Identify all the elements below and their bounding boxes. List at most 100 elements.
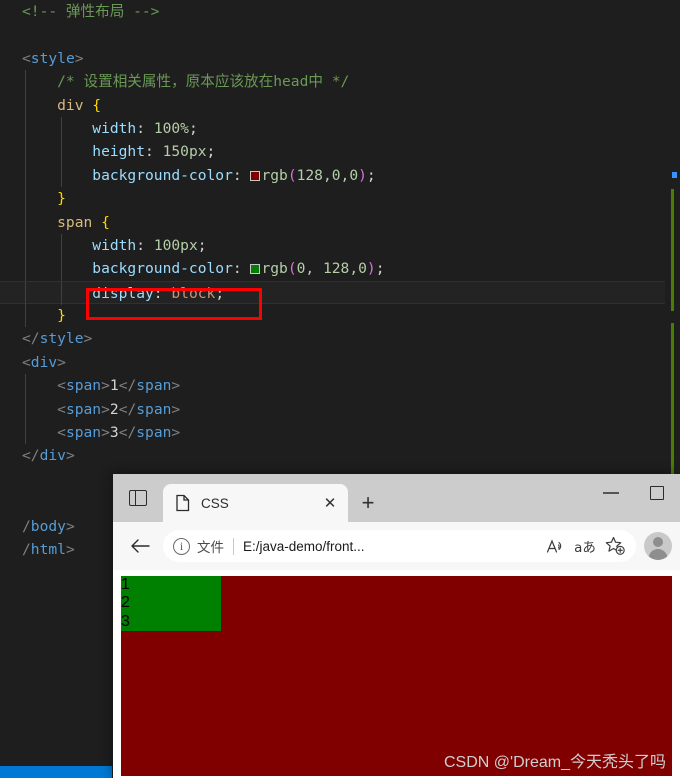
code-token: /* 设置相关属性，原本应该放在head中 */ (22, 73, 350, 91)
code-token: { (92, 96, 102, 114)
translate-button[interactable]: aあ (570, 531, 600, 561)
code-line[interactable]: } (0, 187, 665, 211)
indent-guide (25, 140, 26, 164)
code-token: < (22, 353, 31, 371)
code-line[interactable]: <span>3</span> (0, 421, 665, 445)
code-token: div (39, 447, 66, 465)
code-line[interactable]: span { (0, 210, 665, 234)
code-token: background-color (22, 260, 233, 278)
code-line[interactable]: width: 100px; (0, 233, 665, 258)
url-input[interactable]: E:/java-demo/front... (243, 539, 540, 554)
code-token: / (22, 540, 31, 558)
code-line[interactable]: /* 设置相关属性，原本应该放在head中 */ (0, 70, 665, 94)
git-modified-marker-icon (671, 323, 674, 487)
code-line[interactable]: </div> (0, 444, 665, 467)
code-line[interactable]: <!-- 弹性布局 --> (0, 0, 665, 23)
indent-guide (61, 163, 62, 188)
code-token: > (101, 424, 110, 442)
browser-toolbar: i 文件 E:/java-demo/front... aあ (113, 522, 680, 570)
code-token: ( (287, 260, 297, 278)
browser-tab[interactable]: CSS ✕ (163, 484, 348, 522)
page-viewport[interactable]: 123 CSDN @'Dream_今天秃头了吗 (113, 570, 680, 778)
code-token: span (136, 377, 172, 395)
indent-guide (25, 210, 26, 234)
code-token: 3 (109, 424, 119, 442)
code-token: : (145, 143, 163, 161)
code-line[interactable]: <span>2</span> (0, 397, 665, 422)
site-info-icon[interactable]: i (173, 537, 190, 555)
code-token: : (232, 166, 251, 184)
code-token: </ (22, 330, 40, 348)
code-token: 0, 128,0 (296, 260, 367, 278)
favorite-star-icon (605, 536, 625, 555)
new-tab-button[interactable]: + (348, 484, 388, 522)
profile-avatar[interactable] (644, 532, 672, 560)
code-token: span (136, 400, 172, 418)
code-token: ; (197, 236, 207, 254)
code-line[interactable]: div { (0, 93, 665, 117)
code-line[interactable]: <div> (0, 351, 665, 374)
indent-guide (61, 233, 62, 258)
ruler-marker-icon (672, 172, 677, 178)
indent-guide (25, 70, 26, 94)
status-bar[interactable] (0, 766, 112, 778)
maximize-icon (650, 486, 664, 500)
code-token: </ (118, 400, 137, 418)
code-line[interactable]: display: block; (0, 280, 665, 306)
code-line[interactable]: <span>1</span> (0, 374, 665, 398)
maximize-button[interactable] (634, 474, 680, 512)
git-modified-marker-icon (671, 189, 674, 311)
code-token: rgb (261, 166, 288, 184)
minimize-icon (603, 492, 619, 494)
code-token: rgb (261, 260, 288, 278)
url-scheme-label: 文件 (197, 540, 224, 555)
indent-guide (25, 93, 26, 117)
code-line[interactable]: background-color: rgb(0, 128,0); (0, 257, 665, 281)
code-token: 100px (153, 236, 198, 254)
code-token: 150px (162, 143, 207, 161)
code-token: : (153, 284, 172, 302)
code-token: < (22, 49, 31, 67)
code-token: span (22, 213, 102, 231)
code-token: ; (366, 166, 376, 184)
code-token: ) (358, 166, 367, 184)
indent-guide (61, 281, 62, 306)
code-token: : (136, 236, 154, 254)
indent-guide (25, 374, 26, 398)
indent-guide (25, 304, 26, 328)
code-line[interactable] (0, 23, 665, 46)
code-token: > (101, 377, 110, 395)
code-token: ; (215, 284, 225, 302)
page-span-item: 1 (121, 576, 221, 595)
color-swatch-icon[interactable] (250, 170, 261, 181)
code-token: } (22, 307, 66, 325)
tab-title: CSS (201, 495, 229, 511)
code-line[interactable]: } (0, 304, 665, 328)
code-token: < (22, 400, 66, 418)
code-token: body (30, 517, 66, 535)
code-token: / (22, 517, 31, 535)
code-line[interactable]: height: 150px; (0, 140, 665, 164)
close-tab-button[interactable]: ✕ (318, 491, 342, 515)
indent-guide (61, 116, 62, 141)
read-aloud-button[interactable] (540, 531, 570, 561)
code-line[interactable]: width: 100%; (0, 116, 665, 141)
code-line[interactable]: background-color: rgb(128,0,0); (0, 163, 665, 188)
sidebar-toggle-button[interactable] (113, 474, 163, 522)
code-token: style (30, 49, 75, 67)
watermark-text: CSDN @'Dream_今天秃头了吗 (444, 754, 666, 771)
page-span-item: 3 (121, 612, 221, 632)
minimize-button[interactable] (588, 474, 634, 512)
color-swatch-icon[interactable] (250, 264, 261, 275)
code-line[interactable]: <style> (0, 47, 665, 70)
code-token: block (171, 284, 216, 302)
page-span-item: 2 (121, 594, 221, 613)
back-button[interactable] (121, 527, 159, 565)
code-token: < (22, 377, 66, 395)
code-token: ; (206, 143, 216, 161)
code-line[interactable]: </style> (0, 327, 665, 350)
browser-window[interactable]: CSS ✕ + i 文件 E:/java-demo/front... aあ 1 … (113, 474, 680, 778)
add-favorite-button[interactable] (600, 531, 630, 561)
url-divider (233, 537, 234, 555)
address-bar[interactable]: i 文件 E:/java-demo/front... aあ (163, 530, 636, 562)
